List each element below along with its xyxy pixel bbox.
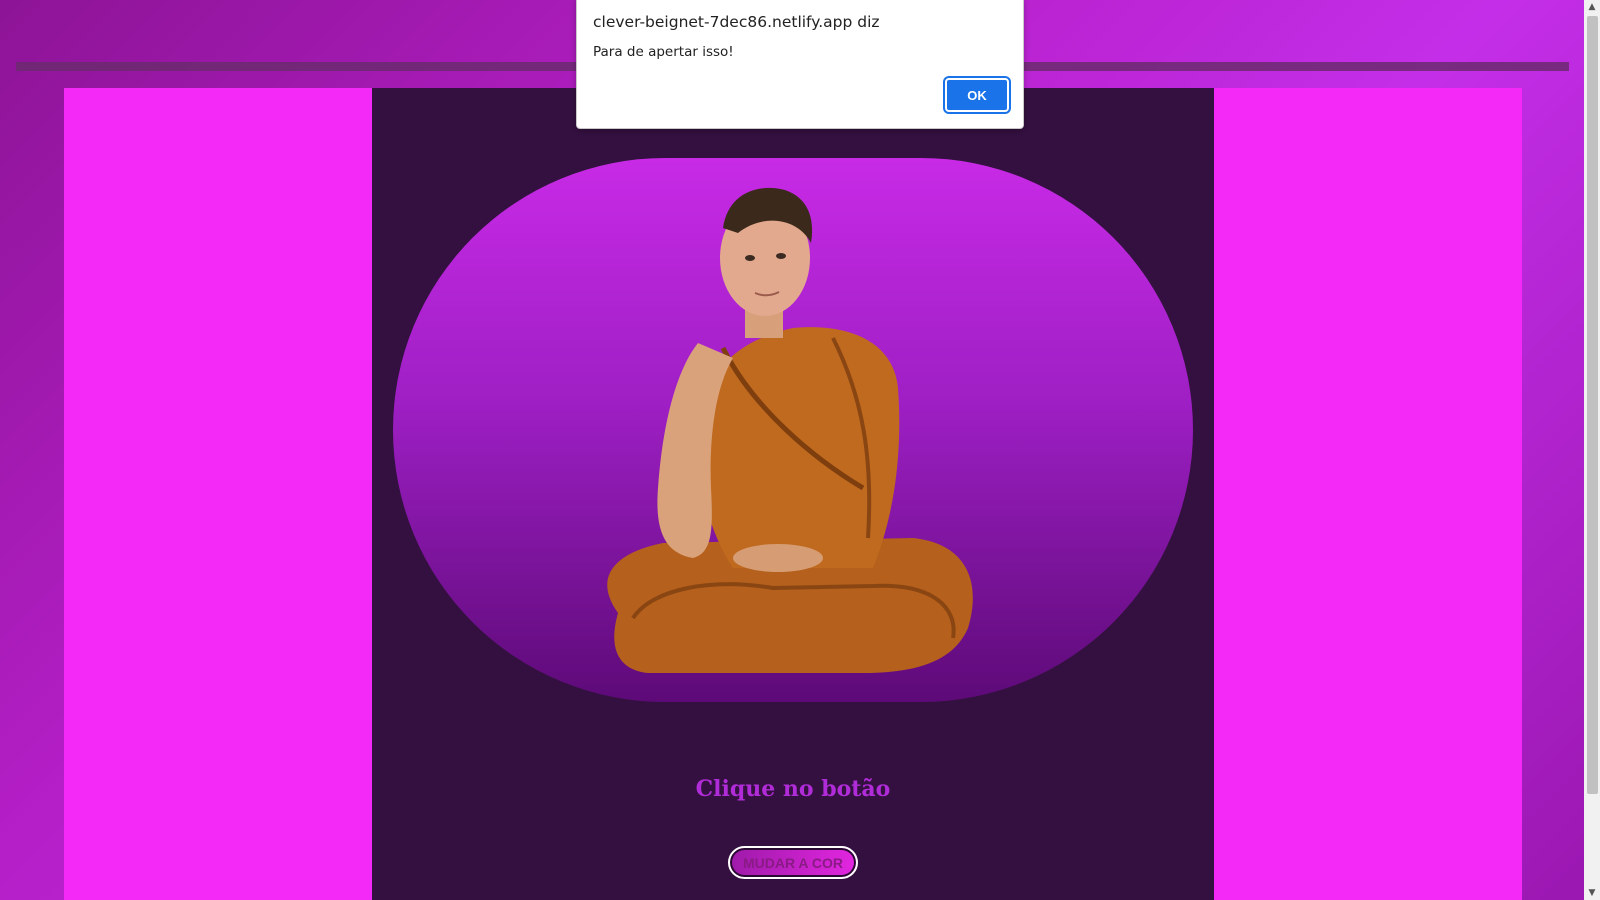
portrait-image — [393, 158, 1193, 702]
change-color-button[interactable]: MUDAR A COR — [728, 846, 858, 879]
left-side-panel — [64, 88, 372, 900]
alert-title: clever-beignet-7dec86.netlify.app diz — [593, 13, 880, 31]
alert-message: Para de apertar isso! — [593, 44, 734, 60]
scroll-up-arrow-icon[interactable]: ▲ — [1584, 0, 1600, 14]
alert-dialog: clever-beignet-7dec86.netlify.app diz Pa… — [576, 0, 1024, 129]
scroll-down-arrow-icon[interactable]: ▼ — [1584, 886, 1600, 900]
click-button-heading: Clique no botão — [695, 776, 891, 802]
monk-illustration — [607, 187, 973, 673]
scrollbar-thumb[interactable] — [1587, 16, 1598, 794]
alert-ok-button[interactable]: OK — [945, 78, 1009, 112]
right-side-panel — [1214, 88, 1522, 900]
